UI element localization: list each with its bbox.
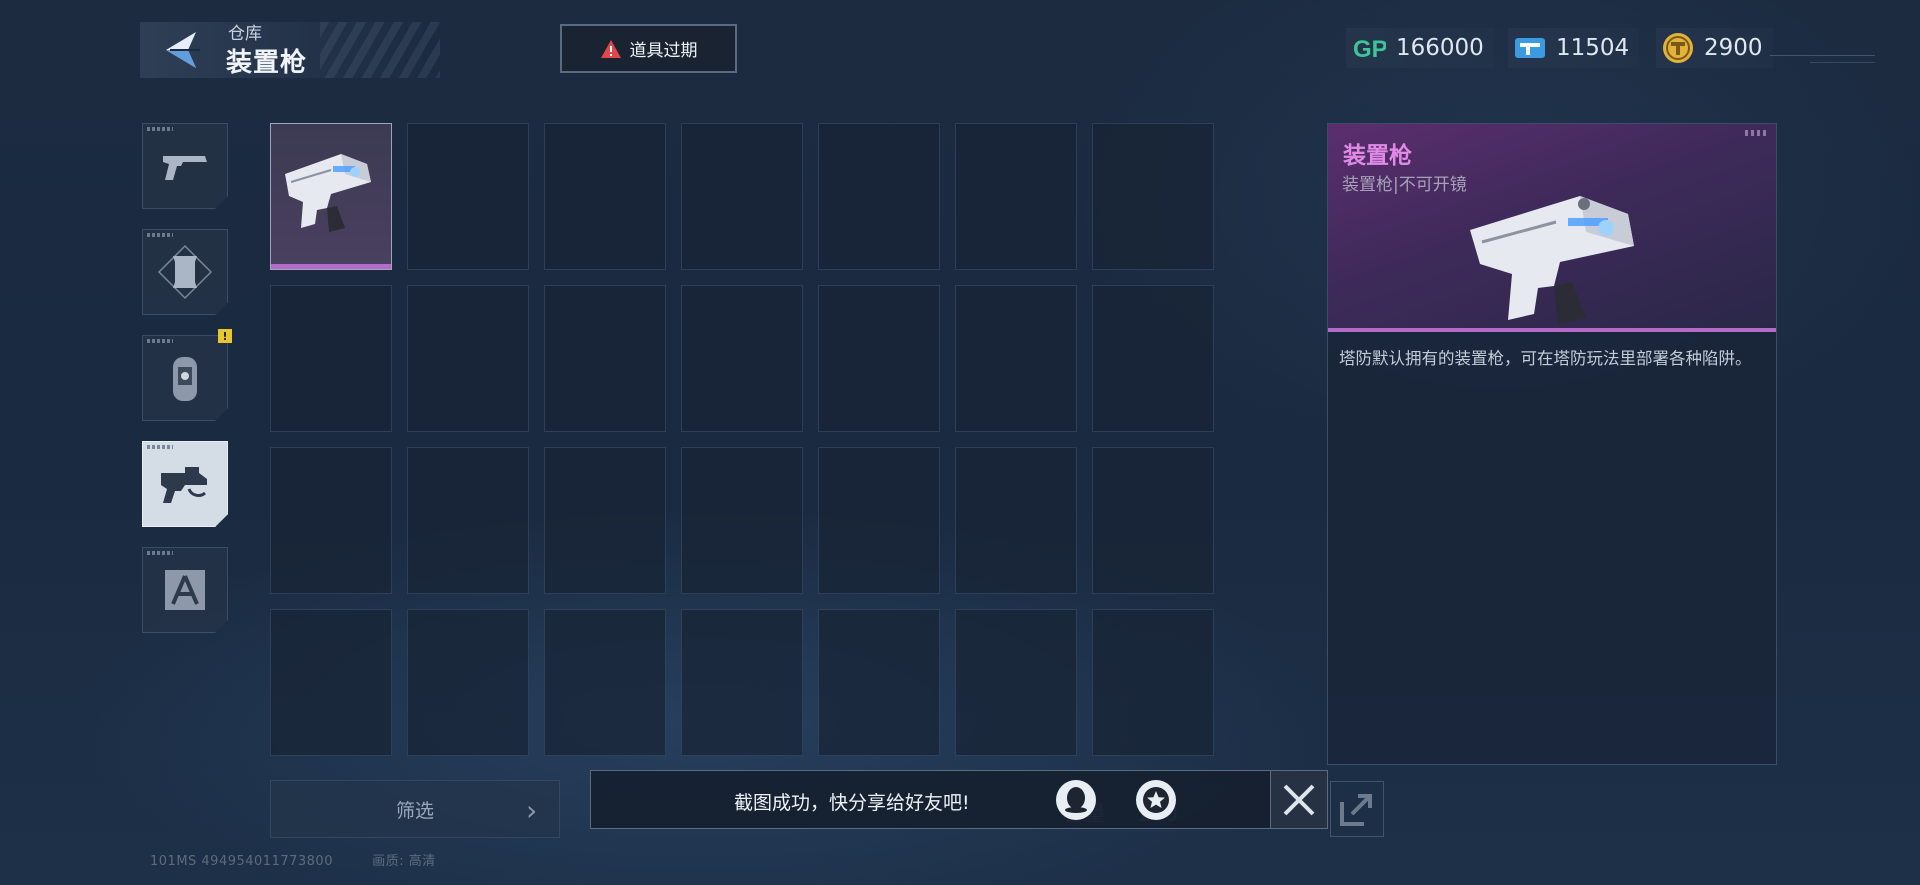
category-tab-grenade[interactable] <box>142 335 228 421</box>
filter-button[interactable]: 筛选 <box>270 780 560 838</box>
inventory-slot-device-gun[interactable] <box>270 123 392 270</box>
inventory-slot[interactable] <box>1092 285 1214 432</box>
inventory-slot[interactable] <box>270 609 392 756</box>
expired-items-label: 道具过期 <box>629 41 698 61</box>
back-arrow-icon <box>166 32 200 68</box>
currency-gp: GP 166000 <box>1346 28 1494 68</box>
penguin-icon <box>1065 787 1087 813</box>
inventory-slot[interactable] <box>544 285 666 432</box>
warning-triangle-icon <box>600 39 621 58</box>
close-icon <box>1283 784 1315 815</box>
inventory-slot[interactable] <box>1092 609 1214 756</box>
page-title: 装置枪 <box>226 48 308 78</box>
decor-line <box>1810 62 1875 63</box>
svg-text:GP: GP <box>1353 36 1386 62</box>
inventory-slot[interactable] <box>1092 447 1214 594</box>
inventory-slot[interactable] <box>544 609 666 756</box>
inventory-slot[interactable] <box>818 123 940 270</box>
category-tab-device-gun[interactable] <box>142 441 228 527</box>
coin-icon <box>1663 33 1693 63</box>
currency-ticket: 11504 <box>1508 28 1640 68</box>
inventory-slot[interactable] <box>407 447 529 594</box>
item-description: 塔防默认拥有的装置枪，可在塔防玩法里部署各种陷阱。 <box>1339 349 1752 368</box>
ticket-icon <box>1515 38 1545 58</box>
category-tab-card[interactable] <box>142 229 228 315</box>
item-subtitle: 装置枪|不可开镜 <box>1342 175 1467 195</box>
inventory-slot[interactable] <box>407 123 529 270</box>
inventory-slot[interactable] <box>955 609 1077 756</box>
footer-id: 101MS 494954011773800 <box>150 854 333 869</box>
share-button-qq[interactable] <box>1056 780 1096 820</box>
item-detail-image <box>1470 196 1634 324</box>
ticket-value: 11504 <box>1556 35 1630 61</box>
chevron-right-icon: › <box>526 794 538 827</box>
share-button-moments[interactable] <box>1136 780 1176 820</box>
inventory-slot[interactable] <box>270 285 392 432</box>
category-tab-pistol[interactable] <box>142 123 228 209</box>
footer-quality: 画质: 高清 <box>372 854 436 869</box>
footer-info: 101MS 494954011773800 画质: 高清 <box>150 850 436 869</box>
inventory-slot[interactable] <box>955 447 1077 594</box>
warning-badge: ! <box>218 329 232 343</box>
gp-value: 166000 <box>1396 35 1484 61</box>
gp-icon: GP <box>1353 36 1386 62</box>
tool-icon <box>165 570 205 610</box>
inventory-slot[interactable] <box>681 123 803 270</box>
category-tab-tool[interactable] <box>142 547 228 633</box>
inventory-slot[interactable] <box>955 123 1077 270</box>
device-gun-icon <box>161 467 207 503</box>
inventory-slot[interactable] <box>407 285 529 432</box>
decor-line <box>1770 55 1875 56</box>
inventory-slot[interactable] <box>270 447 392 594</box>
inventory-slot[interactable] <box>818 609 940 756</box>
inventory-slot[interactable] <box>681 609 803 756</box>
item-name: 装置枪 <box>1343 143 1412 169</box>
toast-message: 截图成功，快分享给好友吧! <box>734 792 970 814</box>
filter-label: 筛选 <box>395 799 434 822</box>
card-icon <box>157 244 213 300</box>
expand-icon <box>1340 794 1372 826</box>
inventory-slot[interactable] <box>818 285 940 432</box>
breadcrumb: 仓库 <box>228 24 262 44</box>
header-stripes <box>320 22 440 78</box>
expand-button[interactable] <box>1330 781 1384 837</box>
inventory-slot[interactable] <box>955 285 1077 432</box>
inventory-grid <box>270 123 1214 756</box>
device-gun-item-image <box>285 154 371 232</box>
coin-value: 2900 <box>1704 35 1763 61</box>
toast-close-button[interactable] <box>1270 770 1328 829</box>
inventory-slot[interactable] <box>1092 123 1214 270</box>
pistol-icon <box>163 156 207 180</box>
inventory-slot[interactable] <box>544 123 666 270</box>
inventory-slot[interactable] <box>544 447 666 594</box>
currency-coin: 2900 <box>1656 28 1773 68</box>
inventory-slot[interactable] <box>681 285 803 432</box>
inventory-slot[interactable] <box>681 447 803 594</box>
grenade-icon <box>173 357 197 401</box>
star-icon <box>1143 787 1169 813</box>
inventory-slot[interactable] <box>407 609 529 756</box>
expired-items-button[interactable]: 道具过期 <box>560 24 737 73</box>
panel-decor <box>1745 130 1769 136</box>
back-button[interactable] <box>160 26 208 74</box>
inventory-slot[interactable] <box>818 447 940 594</box>
